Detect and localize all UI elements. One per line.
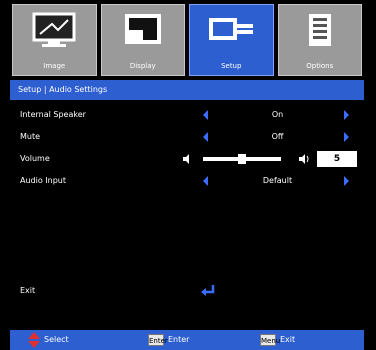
setting-value: Off <box>271 132 284 141</box>
footer-select-label: Select <box>44 335 69 344</box>
speaker-high-icon <box>299 154 309 164</box>
tab-setup[interactable]: Setup <box>189 4 274 76</box>
setting-label: Mute <box>20 132 41 141</box>
arrow-right-icon[interactable] <box>344 132 349 142</box>
tab-bar: Image Display Setup Options <box>10 0 364 80</box>
arrow-left-icon[interactable] <box>203 132 208 142</box>
tab-options[interactable]: Options <box>277 4 362 76</box>
breadcrumb: Setup | Audio Settings <box>10 80 364 100</box>
tab-display-label: Display <box>129 62 156 70</box>
volume-slider-thumb[interactable] <box>238 154 246 164</box>
setting-value: On <box>271 110 284 119</box>
footer-exit-label: Exit <box>280 335 296 344</box>
tab-options-label: Options <box>306 62 334 70</box>
footer-select: Select <box>28 330 69 350</box>
arrow-left-icon[interactable] <box>203 110 208 120</box>
setting-label: Volume <box>20 154 50 163</box>
enter-arrow-icon[interactable] <box>200 284 216 298</box>
setting-label: Audio Input <box>20 176 66 185</box>
tab-display[interactable]: Display <box>100 4 185 76</box>
setting-label: Internal Speaker <box>20 110 86 119</box>
display-icon <box>124 14 161 44</box>
setting-row-internal-speaker[interactable]: Internal Speaker On <box>10 104 364 126</box>
arrow-right-icon[interactable] <box>344 110 349 120</box>
footer-enter: Enter Enter <box>148 330 189 350</box>
tab-setup-label: Setup <box>221 62 242 70</box>
exit-row[interactable]: Exit <box>10 280 364 302</box>
enter-key-icon: Enter <box>148 334 168 346</box>
projector-icon <box>209 18 254 40</box>
setting-row-volume[interactable]: Volume 5 <box>10 148 364 170</box>
menu-key-icon: Menu <box>260 334 280 346</box>
setting-value: Default <box>262 176 293 185</box>
tab-image[interactable]: Image <box>12 4 97 76</box>
footer-exit: Menu Exit <box>260 330 295 350</box>
arrow-left-icon[interactable] <box>203 176 208 186</box>
setting-row-mute[interactable]: Mute Off <box>10 126 364 148</box>
setting-row-audio-input[interactable]: Audio Input Default <box>10 170 364 192</box>
monitor-icon <box>32 12 76 47</box>
up-down-arrows-icon <box>28 332 40 348</box>
arrow-right-icon[interactable] <box>344 176 349 186</box>
exit-label: Exit <box>20 286 36 295</box>
speaker-low-icon <box>183 154 189 164</box>
footer-enter-label: Enter <box>168 335 190 344</box>
settings-panel: Internal Speaker On Mute Off Volume 5 Au… <box>10 100 364 330</box>
footer-hint-bar: Select Enter Enter Menu Exit <box>10 330 364 350</box>
osd-menu: Image Display Setup Options Setup | Audi… <box>10 0 364 350</box>
tab-image-label: Image <box>43 62 66 70</box>
settings-list-icon <box>308 14 331 46</box>
volume-value: 5 <box>317 151 357 167</box>
